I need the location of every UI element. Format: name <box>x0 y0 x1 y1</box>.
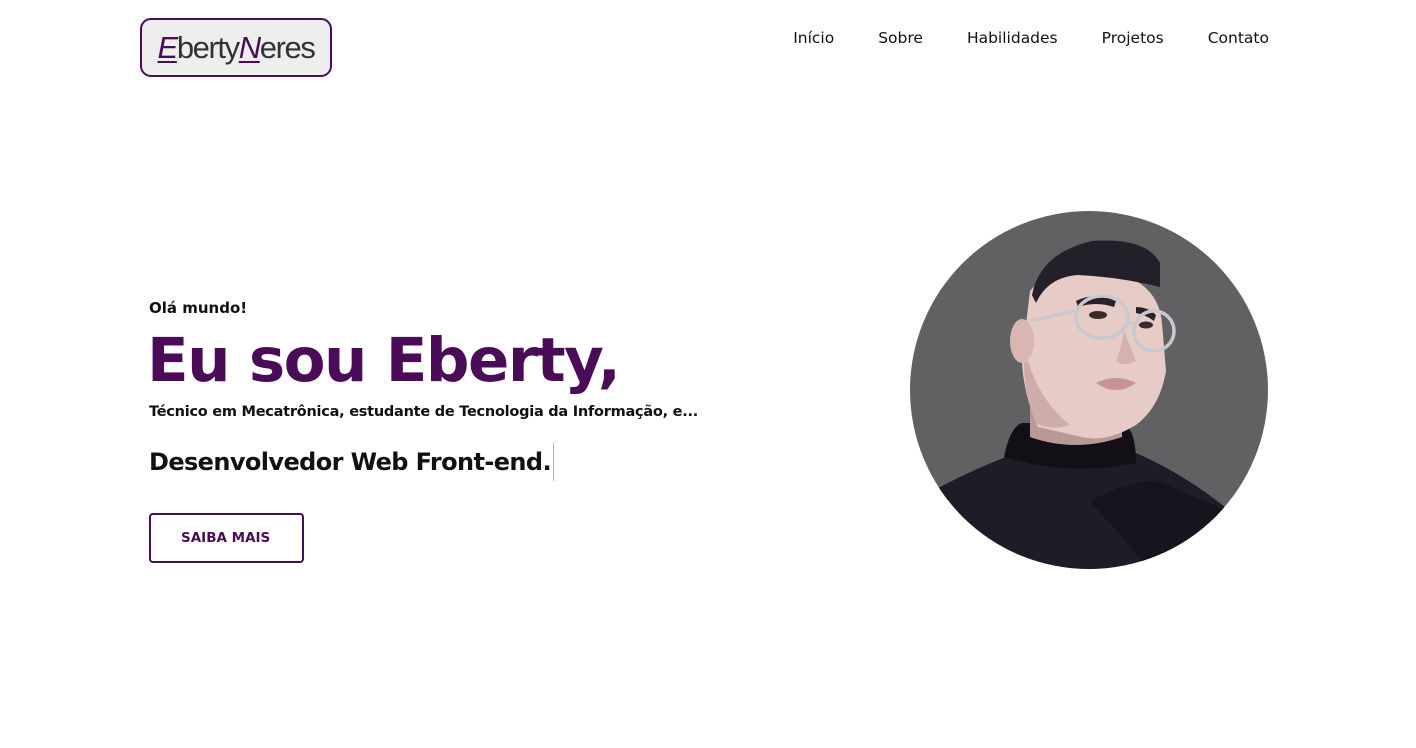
logo-last-rest: eres <box>259 30 316 65</box>
nav-link-sobre[interactable]: Sobre <box>878 28 923 48</box>
typing-cursor <box>552 443 555 481</box>
nav-link-contato[interactable]: Contato <box>1208 28 1269 48</box>
hero-greeting: Olá mundo! <box>149 299 248 317</box>
eye-left <box>1089 311 1107 319</box>
hero-role: Desenvolvedor Web Front-end. <box>149 443 555 481</box>
avatar <box>910 211 1268 569</box>
nav-link-projetos[interactable]: Projetos <box>1102 28 1164 48</box>
portrait-illustration <box>910 240 1268 569</box>
logo-first-rest: berty <box>176 30 240 65</box>
logo[interactable]: Eberty Neres <box>140 18 332 77</box>
logo-text: Eberty Neres <box>157 30 316 65</box>
main-nav: Início Sobre Habilidades Projetos Contat… <box>793 28 1269 48</box>
hero-role-text: Desenvolvedor Web Front-end. <box>149 448 552 476</box>
page: Eberty Neres Início Sobre Habilidades Pro… <box>0 0 1416 748</box>
saiba-mais-button[interactable]: SAIBA MAIS <box>149 513 304 563</box>
hero-subtitle: Técnico em Mecatrônica, estudante de Tec… <box>149 404 699 420</box>
logo-first-initial: E <box>157 30 179 65</box>
logo-last-initial: N <box>238 30 261 65</box>
ear-shape <box>1010 319 1034 363</box>
eye-right <box>1139 321 1153 329</box>
nav-link-habilidades[interactable]: Habilidades <box>967 28 1058 48</box>
nav-link-inicio[interactable]: Início <box>793 28 834 48</box>
hero-title: Eu sou Eberty, <box>147 325 621 396</box>
